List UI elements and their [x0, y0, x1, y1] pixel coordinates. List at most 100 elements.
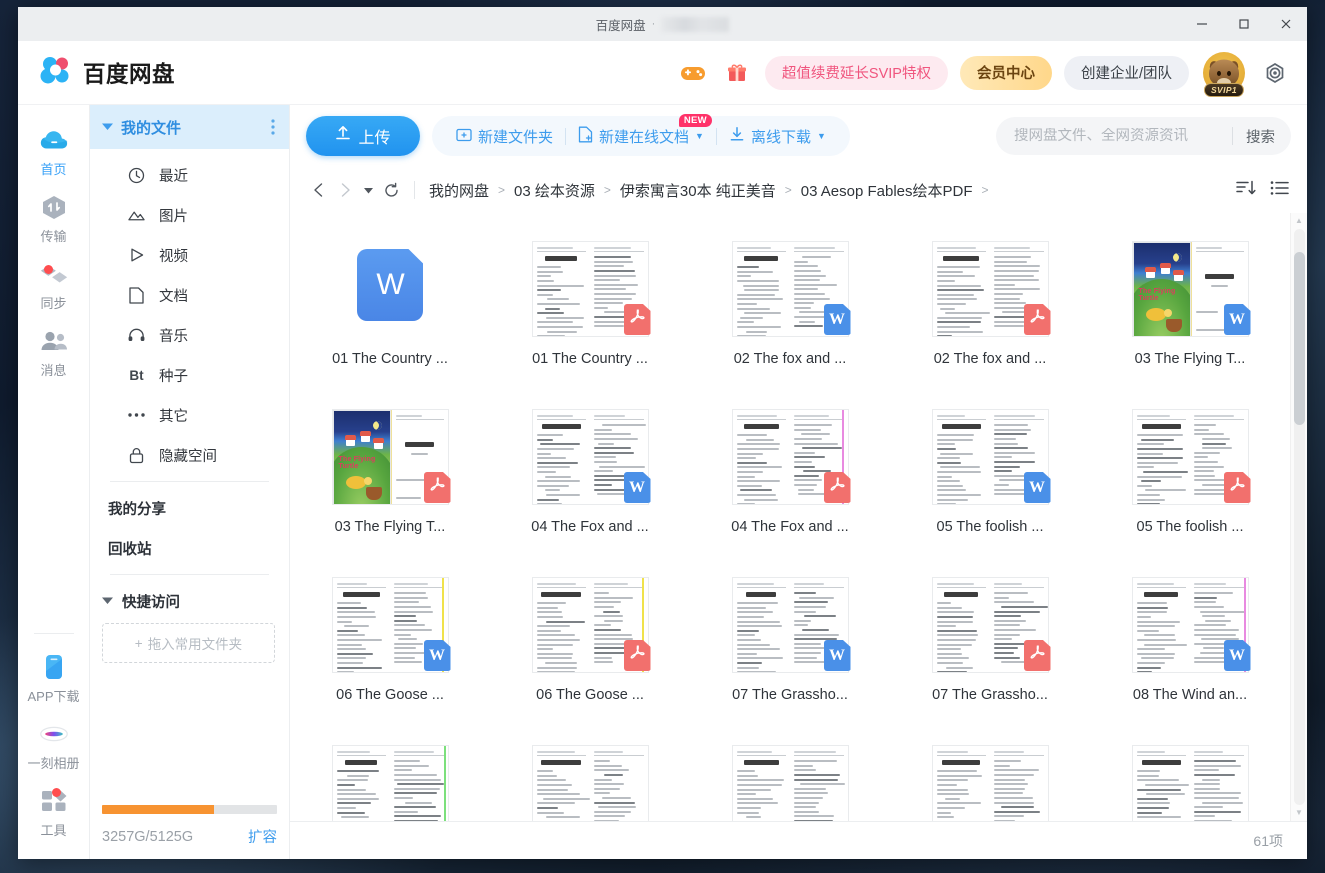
- file-thumbnail: [732, 401, 849, 505]
- rail-item-transfer[interactable]: 传输: [18, 184, 90, 251]
- file-tile[interactable]: 01 The Country ...: [490, 219, 690, 387]
- file-tile[interactable]: [690, 723, 890, 821]
- list-view-icon[interactable]: [1270, 180, 1289, 201]
- scrollbar-thumb[interactable]: [1294, 252, 1305, 425]
- vip-center-button[interactable]: 会员中心: [960, 56, 1052, 90]
- file-tile[interactable]: W06 The Goose ...: [290, 555, 490, 723]
- window-title-text: 百度网盘: [596, 15, 646, 34]
- breadcrumb-item-2[interactable]: 伊索寓言30本 纯正美音: [620, 180, 776, 201]
- sidebar-item-images[interactable]: 图片: [90, 195, 289, 235]
- vertical-scrollbar[interactable]: ▲ ▼: [1290, 213, 1307, 821]
- sort-icon[interactable]: [1236, 179, 1256, 202]
- rail-item-sync[interactable]: 同步: [18, 251, 90, 318]
- refresh-button[interactable]: [378, 177, 404, 203]
- search-button[interactable]: 搜索: [1246, 126, 1287, 147]
- upload-button[interactable]: 上传: [306, 116, 420, 156]
- file-tile[interactable]: W01 The Country ...: [290, 219, 490, 387]
- file-tile[interactable]: 05 The foolish ...: [1090, 387, 1290, 555]
- sidebar-item-other[interactable]: 其它: [90, 395, 289, 435]
- file-tile[interactable]: W07 The Grassho...: [690, 555, 890, 723]
- item-count: 61项: [1253, 831, 1283, 851]
- sidebar-item-music[interactable]: 音乐: [90, 315, 289, 355]
- title-bar: 百度网盘 ·: [18, 7, 1307, 41]
- notification-dot: [52, 788, 61, 797]
- page-thumbnail: [732, 745, 849, 821]
- sidebar-item-my-shares[interactable]: 我的分享: [90, 488, 289, 528]
- pdf-glyph-icon: [430, 477, 445, 493]
- rail-label: 工具: [40, 820, 66, 839]
- file-tile[interactable]: The Flying Turtle03 The Flying T...: [290, 387, 490, 555]
- history-dropdown-icon[interactable]: [358, 187, 378, 194]
- avatar[interactable]: SVIP1: [1203, 52, 1245, 94]
- status-bar: 61项: [290, 821, 1307, 859]
- message-icon: [39, 326, 69, 356]
- sidebar: 我的文件 最近 图片: [90, 105, 290, 859]
- file-tile[interactable]: The Flying TurtleW03 The Flying T...: [1090, 219, 1290, 387]
- word-file-icon: W: [357, 249, 423, 321]
- file-name: 01 The Country ...: [532, 351, 648, 367]
- brand[interactable]: 百度网盘: [40, 55, 175, 90]
- app-header: 百度网盘 超值续费延长SVIP特权 会员中心: [18, 41, 1307, 105]
- expand-storage-link[interactable]: 扩容: [248, 826, 277, 847]
- drop-zone-label: 拖入常用文件夹: [148, 633, 243, 653]
- rail-item-app-download[interactable]: APP下载: [18, 644, 90, 711]
- file-tile[interactable]: [1090, 723, 1290, 821]
- search-input[interactable]: [1014, 128, 1228, 144]
- gift-icon[interactable]: [721, 57, 753, 89]
- scroll-down-icon[interactable]: ▼: [1295, 809, 1303, 817]
- new-online-doc-button[interactable]: 新建在线文档 ▼ NEW: [566, 116, 716, 156]
- word-badge-icon: W: [1224, 304, 1251, 335]
- file-name: 02 The fox and ...: [934, 351, 1047, 367]
- main-area: 首页 传输 同步: [18, 105, 1307, 859]
- svip-level-badge: SVIP1: [1204, 83, 1244, 97]
- target-icon[interactable]: [1259, 57, 1291, 89]
- create-team-button[interactable]: 创建企业/团队: [1064, 56, 1189, 90]
- close-icon[interactable]: [1265, 7, 1307, 41]
- breadcrumb-item-1[interactable]: 03 绘本资源: [514, 180, 595, 201]
- maximize-icon[interactable]: [1223, 7, 1265, 41]
- file-thumbnail: W: [332, 569, 449, 673]
- rail-item-tools[interactable]: 工具: [18, 778, 90, 845]
- breadcrumb-item-root[interactable]: 我的网盘: [429, 180, 489, 201]
- back-button[interactable]: [306, 177, 332, 203]
- forward-button[interactable]: [332, 177, 358, 203]
- sidebar-item-torrent[interactable]: Bt 种子: [90, 355, 289, 395]
- quick-access-drop-zone[interactable]: + 拖入常用文件夹: [102, 623, 275, 663]
- rail-item-home[interactable]: 首页: [18, 117, 90, 184]
- game-controller-icon[interactable]: [677, 57, 709, 89]
- file-tile[interactable]: [490, 723, 690, 821]
- file-thumbnail: [1132, 401, 1249, 505]
- new-folder-button[interactable]: 新建文件夹: [444, 116, 565, 156]
- sidebar-item-documents[interactable]: 文档: [90, 275, 289, 315]
- sidebar-item-recycle-bin[interactable]: 回收站: [90, 528, 289, 568]
- more-vertical-icon[interactable]: [271, 119, 275, 135]
- file-tile[interactable]: [290, 723, 490, 821]
- file-tile[interactable]: [890, 723, 1090, 821]
- file-tile[interactable]: 02 The fox and ...: [890, 219, 1090, 387]
- rail-item-album[interactable]: 一刻相册: [18, 711, 90, 778]
- sidebar-item-hidden-space[interactable]: 隐藏空间: [90, 435, 289, 475]
- breadcrumb-item-3[interactable]: 03 Aesop Fables绘本PDF: [801, 180, 973, 201]
- content-toolbar: 上传 新建文件夹 新建在线文档 ▼: [290, 105, 1307, 167]
- pdf-glyph-icon: [1030, 309, 1045, 325]
- new-online-doc-label: 新建在线文档: [599, 126, 689, 147]
- clock-icon: [128, 167, 145, 184]
- file-tile[interactable]: 07 The Grassho...: [890, 555, 1090, 723]
- file-tile[interactable]: 04 The Fox and ...: [690, 387, 890, 555]
- file-tile[interactable]: W08 The Wind an...: [1090, 555, 1290, 723]
- svip-promo-button[interactable]: 超值续费延长SVIP特权: [765, 56, 948, 90]
- file-tile[interactable]: W04 The Fox and ...: [490, 387, 690, 555]
- breadcrumb-divider: [414, 181, 415, 199]
- file-tile[interactable]: W05 The foolish ...: [890, 387, 1090, 555]
- scrollbar-track[interactable]: [1294, 229, 1305, 805]
- minimize-icon[interactable]: [1181, 7, 1223, 41]
- file-tile[interactable]: 06 The Goose ...: [490, 555, 690, 723]
- sidebar-header-my-files[interactable]: 我的文件: [90, 105, 289, 149]
- file-tile[interactable]: W02 The fox and ...: [690, 219, 890, 387]
- sidebar-section-quick-access[interactable]: 快捷访问: [90, 581, 289, 621]
- sidebar-item-video[interactable]: 视频: [90, 235, 289, 275]
- scroll-up-icon[interactable]: ▲: [1295, 217, 1303, 225]
- sidebar-item-recent[interactable]: 最近: [90, 155, 289, 195]
- rail-item-message[interactable]: 消息: [18, 318, 90, 385]
- offline-download-button[interactable]: 离线下载 ▼: [717, 116, 838, 156]
